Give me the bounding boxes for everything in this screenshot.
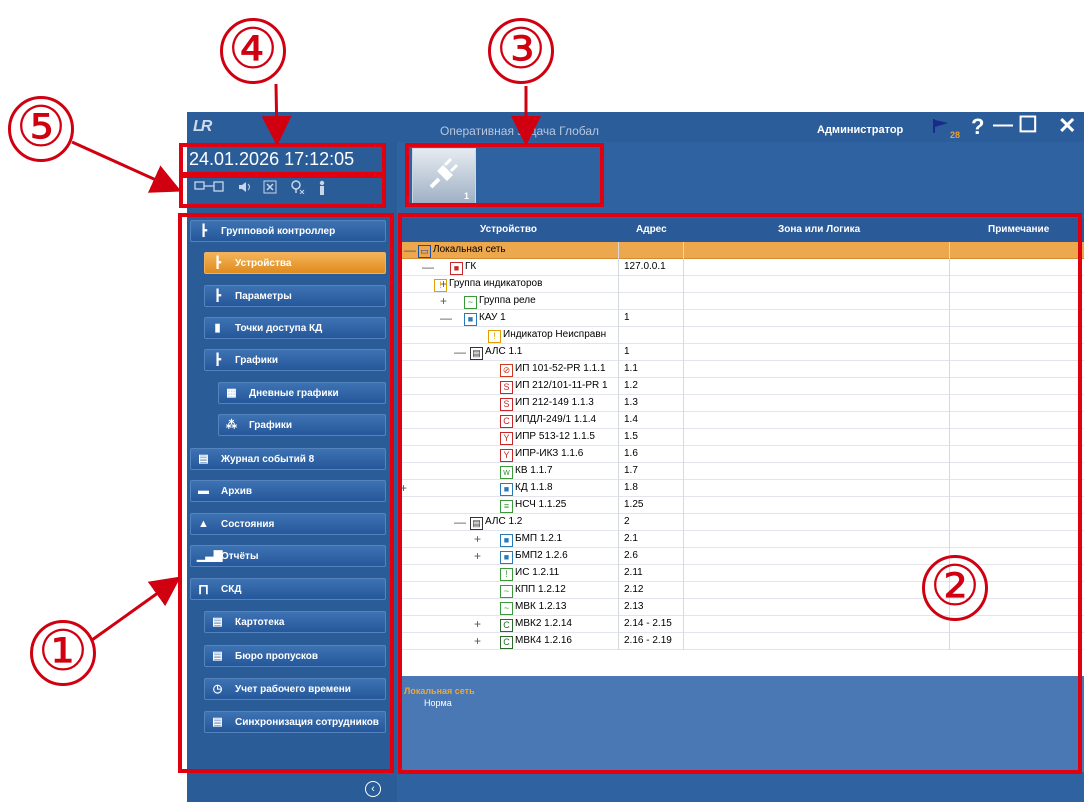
annotation-arrows	[71, 83, 541, 642]
